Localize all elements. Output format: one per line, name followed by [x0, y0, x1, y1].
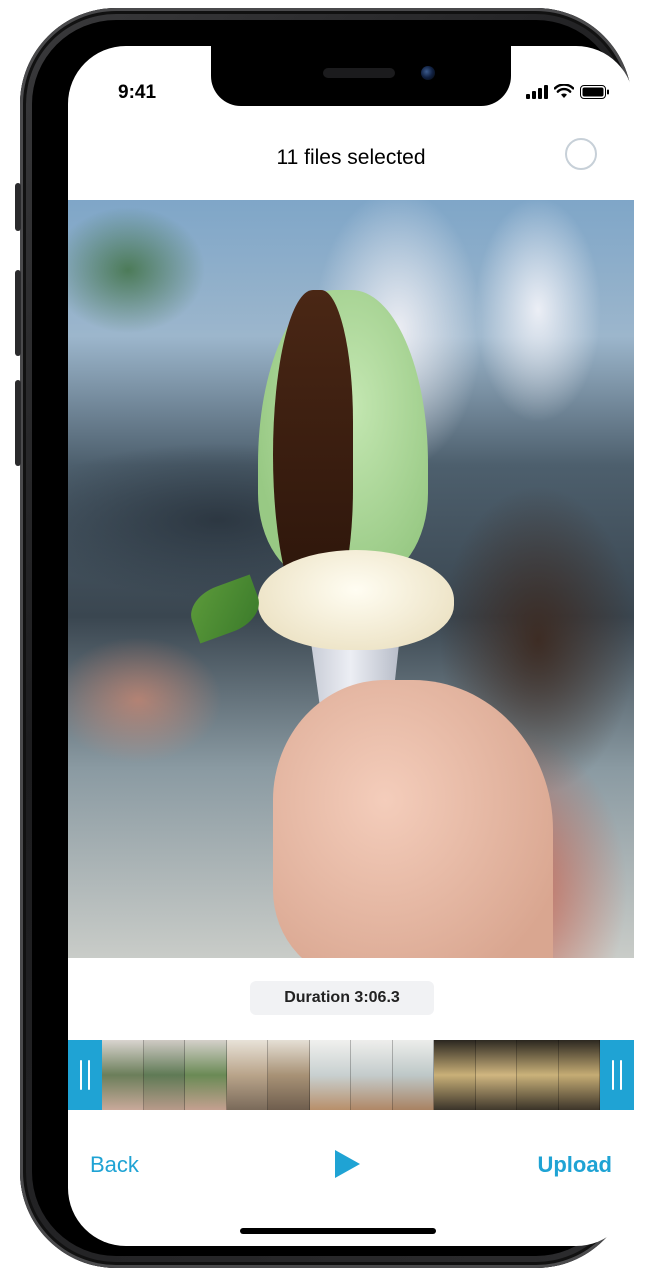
timeline-thumbnail: [268, 1040, 310, 1110]
back-button[interactable]: Back: [90, 1152, 139, 1178]
bottom-toolbar: Back Upload: [68, 1146, 634, 1186]
hand-shape: [273, 680, 553, 958]
timeline-strip[interactable]: [68, 1040, 634, 1110]
select-all-toggle[interactable]: [565, 138, 597, 170]
timeline-thumbnail: [517, 1040, 559, 1110]
phone-frame: 9:41 11 files selected Duration 3:06.3 B…: [15, 8, 634, 1268]
home-indicator[interactable]: [240, 1228, 436, 1234]
timeline-thumbnail: [558, 1040, 600, 1110]
app-screen: 9:41 11 files selected Duration 3:06.3 B…: [68, 46, 634, 1246]
front-camera: [421, 66, 435, 80]
wifi-icon: [554, 84, 574, 98]
timeline-thumbnail: [143, 1040, 185, 1110]
timeline-thumbnail: [392, 1040, 434, 1110]
timeline-thumbnail: [102, 1040, 144, 1110]
duration-badge: Duration 3:06.3: [250, 981, 434, 1015]
trim-handle-right[interactable]: [600, 1040, 634, 1110]
media-preview[interactable]: [68, 200, 634, 958]
notch: [211, 46, 511, 106]
earpiece-speaker: [323, 68, 395, 78]
play-icon[interactable]: [328, 1146, 364, 1182]
timeline-thumbnail: [185, 1040, 227, 1110]
trim-handle-left[interactable]: [68, 1040, 102, 1110]
timeline-thumbnail: [226, 1040, 268, 1110]
mute-switch: [15, 183, 21, 231]
mint-leaf-shape: [183, 574, 267, 644]
page-title: 11 files selected: [276, 146, 426, 169]
battery-icon: [580, 84, 609, 99]
signal-icon: [526, 84, 548, 99]
upload-button[interactable]: Upload: [537, 1152, 612, 1178]
cream-shape: [258, 550, 454, 650]
volume-up-button: [15, 270, 21, 356]
thumbnail-list: [102, 1040, 600, 1110]
volume-down-button: [15, 380, 21, 466]
timeline-thumbnail: [434, 1040, 476, 1110]
status-icons: [526, 84, 610, 99]
timeline-thumbnail: [309, 1040, 351, 1110]
status-time: 9:41: [118, 82, 157, 103]
timeline-thumbnail: [351, 1040, 393, 1110]
timeline-thumbnail: [475, 1040, 517, 1110]
